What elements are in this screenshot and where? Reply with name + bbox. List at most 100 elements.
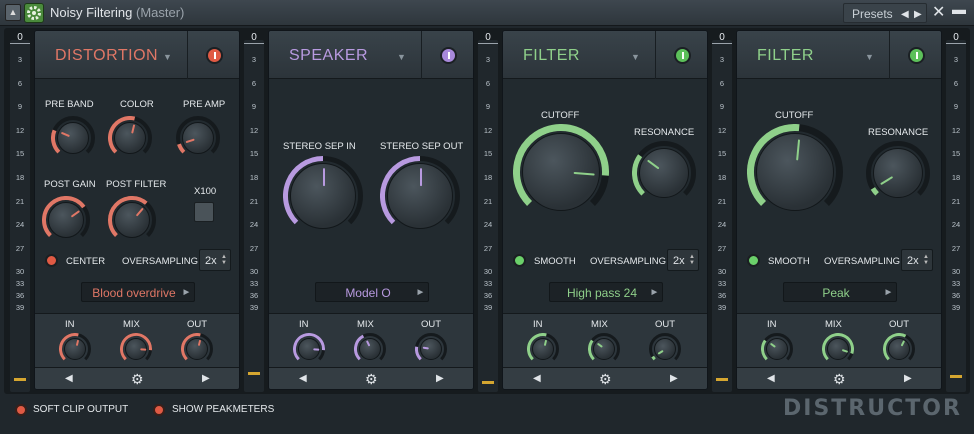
move-right-icon[interactable]: ▶ [202,373,210,384]
in-knob[interactable] [761,333,793,365]
meter-tick-label: 0 [712,32,732,44]
led-toggle[interactable] [45,254,58,267]
stereo-sep-in-knob[interactable] [283,156,363,236]
x100-label: X100 [194,186,217,197]
meter-tick-label: 9 [251,102,257,112]
collapse-up-icon[interactable]: ▲ [5,4,21,21]
power-icon[interactable] [440,47,457,64]
presets-selector[interactable]: Presets ◀ ▶ [843,3,927,23]
module-settings-gear-icon[interactable]: ⚙ [365,371,378,388]
mix-knob-label: OUT [889,319,910,330]
module-name[interactable]: FILTER [757,47,814,65]
mix-knob-label: MIX [591,319,608,330]
preset-prev-icon[interactable]: ◀ [901,9,909,20]
out-knob[interactable] [883,333,915,365]
mode-selector[interactable]: Blood overdrive ▶ [81,282,195,302]
led-toggle[interactable] [513,254,526,267]
module-name[interactable]: FILTER [523,47,580,65]
mix-knob-label: MIX [123,319,140,330]
meter-tick-label: 15 [249,149,259,159]
mix-knob[interactable] [354,333,386,365]
module-settings-gear-icon[interactable]: ⚙ [131,371,144,388]
post-gain-knob[interactable] [42,196,90,244]
module-body [503,79,707,313]
move-right-icon[interactable]: ▶ [436,373,444,384]
show-peakmeters-led[interactable] [153,404,165,416]
stereo-sep-out-knob[interactable] [380,156,460,236]
cutoff-knob[interactable] [747,124,843,220]
meter-tick-label: 33 [717,279,727,288]
power-icon[interactable] [674,47,691,64]
post-filter-knob[interactable] [108,196,156,244]
move-left-icon[interactable]: ◀ [533,373,541,384]
oversampling-spinner[interactable]: 2x ▲ ▼ [901,249,933,271]
mode-value: Blood overdrive [92,286,176,300]
in-knob[interactable] [293,333,325,365]
module-distortion: DISTORTION ▼ PRE BAND COLOR PRE AMP POST GAIN… [34,30,240,390]
mode-selector[interactable]: Model O ▶ [315,282,429,302]
level-meter: 0 3 6 9 12 15 18 21 24 27 30 33 36 39 [478,32,498,392]
module-nav: ◀ ⚙ ▶ [269,367,473,389]
x100-toggle[interactable] [194,202,214,222]
led-toggle[interactable] [747,254,760,267]
chevron-down-icon[interactable]: ▼ [397,52,406,62]
module-settings-gear-icon[interactable]: ⚙ [599,371,612,388]
oversampling-spinner[interactable]: 2x ▲ ▼ [199,249,231,271]
mix-knob[interactable] [822,333,854,365]
meter-level-bar [716,378,728,381]
meter-tick-label: 30 [483,267,493,276]
mix-knob[interactable] [588,333,620,365]
module-name[interactable]: DISTORTION [55,47,158,65]
oversampling-label: OVERSAMPLING [824,256,901,267]
move-right-icon[interactable]: ▶ [670,373,678,384]
chevron-down-icon[interactable]: ▼ [163,52,172,62]
meter-tick-label: 21 [15,196,25,206]
chevron-down-icon[interactable]: ▼ [631,52,640,62]
minimize-icon[interactable]: ▬ [952,1,966,17]
power-icon[interactable] [206,47,223,64]
mode-selector[interactable]: Peak ▶ [783,282,897,302]
cutoff-knob[interactable] [513,124,609,220]
meter-tick-label: 18 [483,173,493,182]
titlebar: ▲ Noisy Filtering (Master) Presets ◀ ▶ ✕… [0,0,974,26]
resonance-knob[interactable] [866,141,930,205]
soft-clip-led[interactable] [15,404,27,416]
move-left-icon[interactable]: ◀ [767,373,775,384]
plugin-gear-icon[interactable] [24,3,44,23]
resonance-knob[interactable] [632,141,696,205]
power-icon[interactable] [908,47,925,64]
in-knob[interactable] [527,333,559,365]
in-knob[interactable] [59,333,91,365]
out-knob[interactable] [649,333,681,365]
meter-tick-label: 27 [483,243,493,253]
meter-tick-label: 36 [15,291,25,300]
out-knob[interactable] [415,333,447,365]
knob-label: CUTOFF [775,110,814,121]
meter-level-bar [950,375,962,378]
meter-tick-label: 0 [244,32,264,44]
move-left-icon[interactable]: ◀ [299,373,307,384]
module-name[interactable]: SPEAKER [289,47,368,65]
updown-icon[interactable]: ▲ ▼ [689,254,695,266]
meter-tick-label: 24 [951,220,961,230]
meter-level-bar [248,372,260,375]
module-filter: FILTER ▼ CUTOFF RESONANCE SMOOTH OVERSAMPLING… [736,30,942,390]
meter-tick-label: 39 [249,303,259,312]
module-header: DISTORTION ▼ [35,31,239,79]
chevron-down-icon[interactable]: ▼ [865,52,874,62]
oversampling-spinner[interactable]: 2x ▲ ▼ [667,249,699,271]
module-settings-gear-icon[interactable]: ⚙ [833,371,846,388]
move-left-icon[interactable]: ◀ [65,373,73,384]
color-knob[interactable] [108,116,152,160]
mode-selector[interactable]: High pass 24 ▶ [549,282,663,302]
mix-knob[interactable] [120,333,152,365]
updown-icon[interactable]: ▲ ▼ [221,254,227,266]
meter-tick-label: 9 [17,102,23,112]
move-right-icon[interactable]: ▶ [904,373,912,384]
close-icon[interactable]: ✕ [932,2,945,22]
pre-band-knob[interactable] [51,116,95,160]
pre-amp-knob[interactable] [176,116,220,160]
preset-next-icon[interactable]: ▶ [914,9,922,20]
updown-icon[interactable]: ▲ ▼ [923,254,929,266]
out-knob[interactable] [181,333,213,365]
